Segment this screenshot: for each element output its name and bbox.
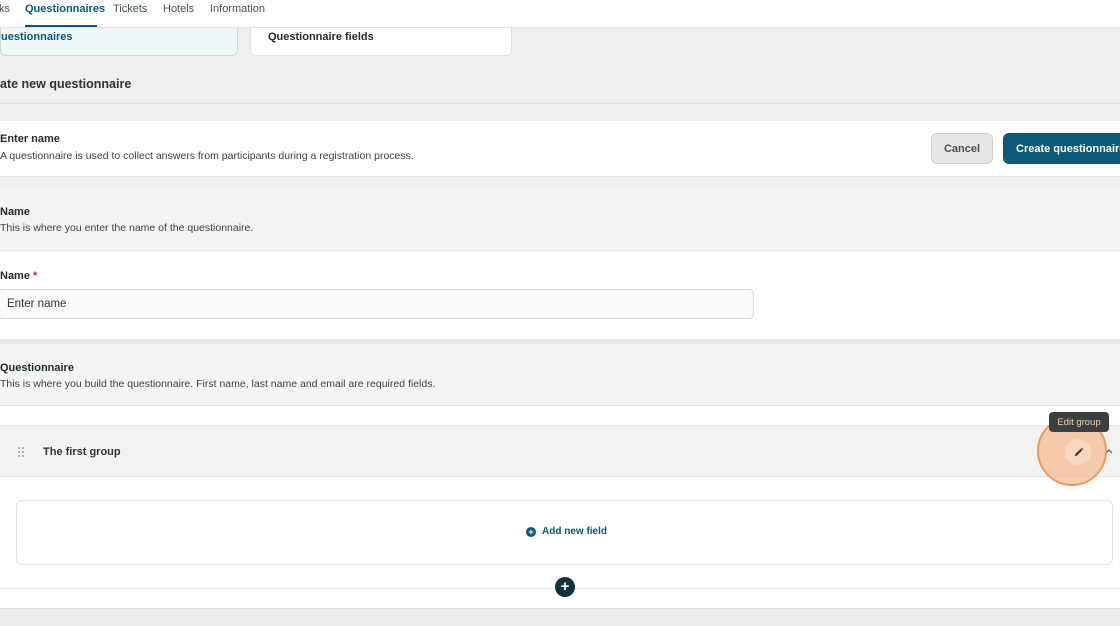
tab-information[interactable]: Information <box>210 3 265 15</box>
edit-group-tooltip: Edit group <box>1049 412 1109 432</box>
tab-questionnaires[interactable]: Questionnaires <box>25 3 105 15</box>
name-label-text: Name <box>0 270 30 282</box>
edit-group-button[interactable] <box>1065 439 1091 465</box>
heading-divider <box>0 103 1120 104</box>
subtab-questionnaire-fields[interactable]: Questionnaire fields <box>250 28 512 56</box>
name-form: Name * <box>0 251 1120 339</box>
subtab-questionnaires[interactable]: uestionnaires <box>0 28 238 56</box>
questionnaire-section-header: Questionnaire This is where you build th… <box>0 344 1120 406</box>
plus-circle-icon: + <box>526 526 536 537</box>
card-description: A questionnaire is used to collect answe… <box>0 150 414 162</box>
card-header: Enter name A questionnaire is used to co… <box>0 121 1120 177</box>
plus-icon: + <box>560 578 570 595</box>
page-title: ate new questionnaire <box>0 77 132 91</box>
card-title: Enter name <box>0 133 60 145</box>
required-mark: * <box>33 270 38 282</box>
name-field-label: Name * <box>0 270 37 282</box>
cancel-button[interactable]: Cancel <box>931 133 993 164</box>
questionnaire-section-description: This is where you build the questionnair… <box>0 378 436 390</box>
name-section-title: Name <box>0 206 30 218</box>
add-new-field-button[interactable]: + Add new field <box>526 526 607 537</box>
subtab-questionnaires-label: uestionnaires <box>1 31 73 43</box>
group-row[interactable]: The first group <box>0 425 1120 477</box>
group-title: The first group <box>43 446 121 458</box>
add-group-button[interactable]: + <box>555 577 575 597</box>
create-questionnaire-button[interactable]: Create questionnaire <box>1003 133 1120 164</box>
questionnaire-section-title: Questionnaire <box>0 362 74 374</box>
drag-handle-icon[interactable] <box>17 446 25 458</box>
active-tab-indicator <box>25 25 97 27</box>
tab-tickets[interactable]: Tickets <box>113 3 147 15</box>
tab-hotels[interactable]: Hotels <box>163 3 194 15</box>
name-section-description: This is where you enter the name of the … <box>0 222 254 234</box>
tab-links[interactable]: ks <box>0 3 10 15</box>
name-input[interactable] <box>0 289 754 319</box>
top-navigation: ks Questionnaires Tickets Hotels Informa… <box>0 0 1120 28</box>
add-new-field-label: Add new field <box>542 526 607 537</box>
name-section-header: Name This is where you enter the name of… <box>0 189 1120 251</box>
pencil-icon <box>1074 447 1083 456</box>
footer-band <box>0 608 1120 626</box>
subtab-questionnaire-fields-label: Questionnaire fields <box>268 31 374 43</box>
